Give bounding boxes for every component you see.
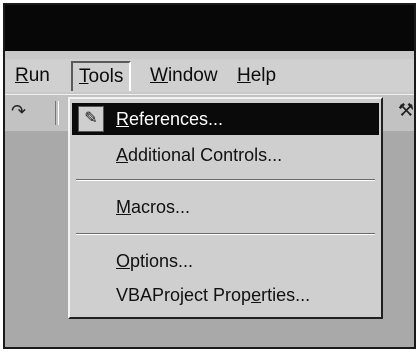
menu-run[interactable]: Run xyxy=(9,63,56,89)
title-bar xyxy=(5,5,414,51)
menu-bar: Run Tools Window Help xyxy=(5,59,414,92)
menu-item-references-label: eferences... xyxy=(129,109,224,129)
menu-help[interactable]: Help xyxy=(231,63,282,89)
menu-window[interactable]: Window xyxy=(144,63,224,89)
menu-separator xyxy=(76,233,375,235)
menu-item-macros-label: acros... xyxy=(131,197,191,217)
menu-run-mnemonic: R xyxy=(15,65,29,86)
menu-item-options-label: ptions... xyxy=(130,251,194,271)
vba-editor-window: Run Tools Window Help ↷ ⚒ ✎ References..… xyxy=(3,3,416,349)
menu-item-macros-mnemonic: M xyxy=(116,197,131,217)
menu-item-additional-controls[interactable]: Additional Controls... xyxy=(72,139,379,171)
menu-item-vbaproject-properties-label-post: rties... xyxy=(261,285,311,305)
menu-item-additional-controls-label: dditional Controls... xyxy=(128,145,283,165)
menu-item-additional-controls-mnemonic: A xyxy=(116,145,129,165)
menu-help-label: elp xyxy=(250,65,277,86)
menu-item-vbaproject-properties-mnemonic: e xyxy=(251,285,262,305)
toolbar-separator xyxy=(55,101,59,125)
menu-item-options[interactable]: Options... xyxy=(72,245,379,277)
menu-window-mnemonic: W xyxy=(150,65,168,86)
menu-item-vbaproject-properties-label-pre: VBAProject Prop xyxy=(116,285,252,305)
menu-tools-label: ools xyxy=(88,66,124,87)
tools-dropdown-menu: ✎ References... Additional Controls... M… xyxy=(68,97,383,319)
redo-icon[interactable]: ↷ xyxy=(11,101,26,122)
menu-run-label: un xyxy=(28,65,50,86)
menu-help-mnemonic: H xyxy=(237,65,251,86)
menu-item-vbaproject-properties[interactable]: VBAProject Properties... xyxy=(72,279,379,311)
menu-tools-mnemonic: T xyxy=(79,66,89,87)
tool-icon[interactable]: ⚒ xyxy=(398,100,414,121)
menu-tools[interactable]: Tools xyxy=(71,61,132,91)
menu-separator xyxy=(76,179,375,181)
menu-item-macros[interactable]: Macros... xyxy=(72,191,379,223)
references-icon: ✎ xyxy=(78,106,104,132)
menu-item-references-mnemonic: R xyxy=(116,109,129,129)
menu-item-references[interactable]: ✎ References... xyxy=(72,103,379,135)
menu-item-options-mnemonic: O xyxy=(116,251,131,271)
menu-window-label: indow xyxy=(167,65,218,86)
